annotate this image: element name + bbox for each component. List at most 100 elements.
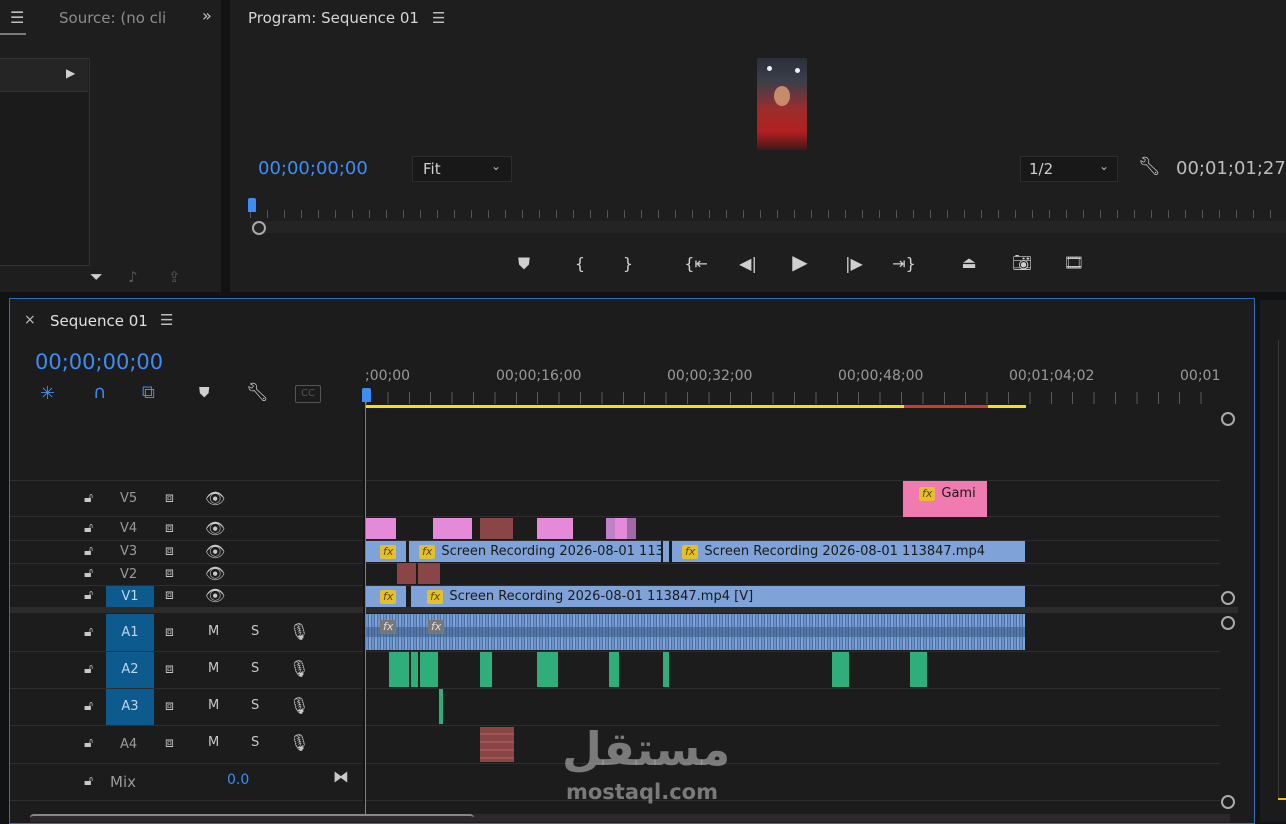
a2-audio-clip[interactable]: [910, 652, 927, 687]
eye-icon[interactable]: 👁︎: [205, 586, 225, 605]
music-note-icon[interactable]: ♪: [128, 268, 138, 286]
sync-lock-icon[interactable]: ⧈: [165, 543, 174, 559]
solo-button[interactable]: S: [251, 698, 259, 713]
track-label-v4[interactable]: V4: [120, 521, 137, 536]
v4-clip[interactable]: [537, 518, 573, 539]
mark-out-icon[interactable]: }: [618, 254, 638, 274]
timeline-playhead-handle[interactable]: [362, 388, 371, 402]
mute-button[interactable]: M: [208, 661, 219, 676]
program-panel-title[interactable]: Program: Sequence 01: [248, 9, 419, 27]
a3-audio-clip[interactable]: [439, 689, 443, 724]
snap-nest-icon[interactable]: ✳︎: [40, 383, 55, 404]
a2-audio-clip[interactable]: [663, 652, 669, 687]
panel-menu-icon[interactable]: ☰: [10, 8, 24, 27]
add-marker-icon[interactable]: ⛊: [199, 385, 210, 401]
mix-volume-value[interactable]: 0.0: [227, 772, 249, 788]
a4-audio-clip[interactable]: [480, 727, 514, 762]
a2-audio-clip[interactable]: [609, 652, 619, 687]
v4-clip[interactable]: [433, 518, 472, 539]
lock-icon[interactable]: 🔓︎: [84, 773, 93, 789]
expand-panels-icon[interactable]: »: [202, 6, 212, 25]
lock-icon[interactable]: 🔓︎: [84, 587, 93, 603]
lock-icon[interactable]: 🔓︎: [84, 520, 93, 536]
v2-clip[interactable]: [397, 563, 416, 584]
v3-clip[interactable]: fx: [366, 541, 406, 562]
a2-audio-clip[interactable]: [420, 652, 438, 687]
microphone-icon[interactable]: 🎙︎: [289, 696, 309, 715]
zoom-dropdown[interactable]: Fit ⌄: [412, 156, 512, 182]
sync-lock-icon[interactable]: ⧈: [165, 490, 174, 506]
track-label-v5[interactable]: V5: [120, 491, 137, 506]
mute-button[interactable]: M: [208, 624, 219, 639]
video-preview[interactable]: [757, 58, 807, 150]
resolution-dropdown[interactable]: 1/2 ⌄: [1020, 156, 1118, 182]
lock-icon[interactable]: 🔓︎: [84, 624, 93, 640]
lift-icon[interactable]: ⏏︎: [954, 253, 984, 273]
solo-button[interactable]: S: [251, 735, 259, 750]
eye-icon[interactable]: 👁︎: [205, 564, 225, 583]
captions-icon[interactable]: CC: [295, 385, 321, 403]
a2-audio-clip[interactable]: [411, 652, 418, 687]
track-label-v2[interactable]: V2: [120, 567, 137, 582]
eye-icon[interactable]: 👁︎: [205, 542, 225, 561]
sequence-timecode[interactable]: 00;00;00;00: [35, 350, 163, 374]
mix-collapse-icon[interactable]: ⧓: [333, 767, 349, 786]
eye-icon[interactable]: 👁︎: [205, 519, 225, 538]
filter-icon[interactable]: ⏷: [90, 267, 103, 287]
microphone-icon[interactable]: 🎙︎: [289, 622, 309, 641]
step-back-icon[interactable]: ◀|: [736, 254, 760, 274]
track-label-a3[interactable]: A3: [106, 689, 154, 725]
v4-clip[interactable]: [366, 518, 396, 539]
horizontal-scroll-handle[interactable]: [30, 814, 474, 824]
close-icon[interactable]: ×: [24, 312, 36, 328]
v4-clip[interactable]: [480, 518, 513, 539]
v2-clip[interactable]: [418, 563, 440, 584]
mute-button[interactable]: M: [208, 735, 219, 750]
v3-clip[interactable]: fx Screen Recording 2026-08-01 113: [409, 541, 661, 562]
sync-lock-icon[interactable]: ⧈: [165, 520, 174, 536]
sync-lock-icon[interactable]: ⧈: [165, 698, 174, 714]
comparison-view-icon[interactable]: 🎞︎: [1058, 253, 1090, 273]
scroll-handle[interactable]: [252, 221, 266, 235]
program-playhead[interactable]: [248, 198, 256, 212]
export-icon[interactable]: ⇪: [168, 268, 181, 286]
export-frame-camera-icon[interactable]: 📷︎: [1010, 253, 1034, 273]
microphone-icon[interactable]: 🎙︎: [289, 659, 309, 678]
a2-audio-clip[interactable]: [832, 652, 849, 687]
program-zoom-scrollbar[interactable]: [250, 221, 1286, 233]
lock-icon[interactable]: 🔓︎: [84, 490, 93, 506]
go-to-in-icon[interactable]: {⇤: [682, 254, 710, 274]
a1-audio-clip[interactable]: fx fx: [366, 614, 1025, 650]
sync-lock-icon[interactable]: ⧈: [165, 587, 174, 603]
mark-in-icon[interactable]: {: [570, 254, 590, 274]
track-label-v3[interactable]: V3: [120, 544, 137, 559]
linked-selection-icon[interactable]: ⧉: [142, 382, 155, 403]
eye-icon[interactable]: 👁︎: [205, 489, 225, 508]
a2-audio-clip[interactable]: [537, 652, 558, 687]
a2-audio-clip[interactable]: [480, 652, 492, 687]
v3-clip[interactable]: [663, 541, 669, 562]
sync-lock-icon[interactable]: ⧈: [165, 624, 174, 640]
video-audio-divider[interactable]: [10, 607, 1238, 613]
v1-clip[interactable]: fx: [366, 586, 406, 607]
work-area-bar[interactable]: [366, 405, 904, 408]
lock-icon[interactable]: 🔓︎: [84, 565, 93, 581]
lock-icon[interactable]: 🔓︎: [84, 735, 93, 751]
lock-icon[interactable]: 🔓︎: [84, 698, 93, 714]
track-label-v1[interactable]: V1: [106, 586, 154, 607]
lock-icon[interactable]: 🔓︎: [84, 543, 93, 559]
magnet-snap-icon[interactable]: ∩: [93, 382, 106, 403]
a2-audio-clip[interactable]: [389, 652, 409, 687]
sync-lock-icon[interactable]: ⧈: [165, 661, 174, 677]
panel-menu-icon[interactable]: ☰: [432, 9, 445, 27]
add-marker-icon[interactable]: ⛊: [514, 254, 534, 274]
vertical-scroll-handle[interactable]: [1221, 795, 1235, 809]
lock-icon[interactable]: 🔓︎: [84, 661, 93, 677]
track-label-a4[interactable]: A4: [120, 737, 137, 752]
panel-menu-icon[interactable]: ☰: [160, 311, 173, 329]
sequence-tab-title[interactable]: Sequence 01: [50, 312, 148, 330]
vertical-scroll-handle[interactable]: [1221, 591, 1235, 605]
title-clip[interactable]: fx Gami: [903, 481, 987, 517]
mute-button[interactable]: M: [208, 698, 219, 713]
program-current-timecode[interactable]: 00;00;00;00: [258, 158, 368, 179]
